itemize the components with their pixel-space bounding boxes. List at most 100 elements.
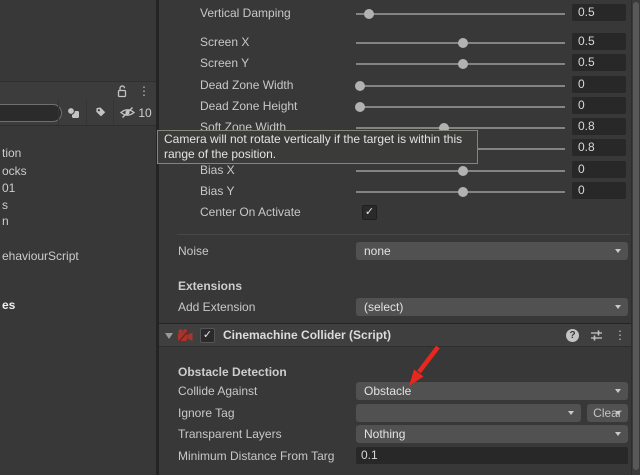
slider-knob[interactable] bbox=[355, 102, 365, 112]
min-distance-input[interactable]: 0.1 bbox=[356, 447, 628, 464]
tag-icon bbox=[94, 106, 107, 119]
dropdown-value: Nothing bbox=[364, 427, 405, 441]
value-field[interactable]: 0 bbox=[572, 161, 626, 178]
inspector-panel: Vertical Damping 0.5 Screen X 0.5 Screen Y 0.… bbox=[159, 0, 640, 475]
list-item[interactable]: es bbox=[0, 297, 15, 313]
value-field[interactable]: 0.5 bbox=[572, 54, 626, 71]
component-menu-kebab-icon[interactable]: ⋮ bbox=[614, 330, 626, 340]
field-label: Vertical Damping bbox=[200, 6, 291, 20]
slider-knob[interactable] bbox=[458, 38, 468, 48]
dropdown-value: (select) bbox=[364, 300, 403, 314]
filter-by-type-button[interactable] bbox=[58, 100, 86, 125]
list-item[interactable]: s bbox=[0, 197, 8, 213]
noise-row: Noise none bbox=[159, 242, 640, 260]
menu-kebab-icon[interactable]: ⋮ bbox=[138, 86, 150, 96]
section-header: Extensions bbox=[178, 279, 242, 293]
slider-track[interactable] bbox=[356, 127, 565, 129]
eye-off-icon bbox=[119, 106, 136, 119]
left-panel-header: ⋮ bbox=[0, 81, 156, 100]
value-field[interactable]: 0 bbox=[572, 182, 626, 199]
section-separator bbox=[177, 234, 630, 235]
help-icon[interactable]: ? bbox=[566, 329, 579, 342]
unlock-icon[interactable] bbox=[116, 85, 128, 98]
min-distance-row: Minimum Distance From Targ 0.1 bbox=[159, 447, 640, 465]
list-item[interactable]: ocks bbox=[0, 163, 27, 179]
slider-knob[interactable] bbox=[355, 81, 365, 91]
hidden-count: 10 bbox=[138, 106, 151, 120]
slider-track[interactable] bbox=[356, 42, 565, 44]
field-label: Add Extension bbox=[178, 300, 255, 314]
value-field[interactable]: 0.8 bbox=[572, 139, 626, 156]
presets-icon[interactable] bbox=[590, 329, 603, 342]
check-mark: ✓ bbox=[203, 329, 212, 341]
left-panel-search-bar: 10 bbox=[0, 100, 156, 126]
slider-track[interactable] bbox=[356, 85, 565, 87]
field-label: Center On Activate bbox=[200, 205, 301, 219]
filter-by-label-button[interactable] bbox=[86, 100, 113, 125]
section-header: Obstacle Detection bbox=[178, 365, 287, 379]
slider-knob[interactable] bbox=[458, 187, 468, 197]
slider-track[interactable] bbox=[356, 106, 565, 108]
tooltip: Camera will not rotate vertically if the… bbox=[157, 130, 478, 164]
field-label: Bias Y bbox=[200, 184, 234, 198]
slider-row: Screen Y 0.5 bbox=[159, 54, 640, 72]
ignore-tag-row: Ignore Tag Clear bbox=[159, 404, 640, 422]
value-field[interactable]: 0.5 bbox=[572, 4, 626, 21]
foldout-triangle-icon[interactable] bbox=[165, 333, 173, 339]
slider-track[interactable] bbox=[356, 63, 565, 65]
field-label: Dead Zone Height bbox=[200, 99, 297, 113]
component-header[interactable]: ✓ Cinemachine Collider (Script) ? ⋮ bbox=[159, 323, 631, 347]
field-label: Dead Zone Width bbox=[200, 78, 293, 92]
scene-visibility-button[interactable]: 10 bbox=[113, 100, 157, 125]
hierarchy-list: tion ocks01sn ehaviourScript es bbox=[0, 126, 156, 475]
center-on-activate-checkbox[interactable]: ✓ bbox=[362, 205, 377, 220]
value-field[interactable]: 0 bbox=[572, 97, 626, 114]
component-enabled-checkbox[interactable]: ✓ bbox=[200, 328, 215, 343]
scrollbar-thumb[interactable] bbox=[633, 2, 639, 470]
left-panel: ⋮ 10 tion ocks01sn ehaviourScript es bbox=[0, 0, 156, 475]
value-field[interactable]: 0.8 bbox=[572, 118, 626, 135]
field-label: Noise bbox=[178, 244, 209, 258]
slider-knob[interactable] bbox=[364, 9, 374, 19]
field-label: Bias X bbox=[200, 163, 235, 177]
slider-row: Bias Y 0 bbox=[159, 182, 640, 200]
add-extension-row: Add Extension (select) bbox=[159, 298, 640, 316]
search-input[interactable] bbox=[0, 104, 62, 122]
slider-knob[interactable] bbox=[458, 166, 468, 176]
field-label: Transparent Layers bbox=[178, 427, 282, 441]
value-field[interactable]: 0.5 bbox=[572, 33, 626, 50]
slider-knob[interactable] bbox=[458, 59, 468, 69]
slider-row: Dead Zone Width 0 bbox=[159, 76, 640, 94]
slider-track[interactable] bbox=[356, 13, 565, 15]
slider-track[interactable] bbox=[356, 170, 565, 172]
button-label: Clear bbox=[593, 406, 622, 420]
add-extension-dropdown[interactable]: (select) bbox=[356, 298, 628, 316]
list-item[interactable]: tion bbox=[0, 145, 21, 161]
noise-dropdown[interactable]: none bbox=[356, 242, 628, 260]
center-on-activate-row: Center On Activate ✓ bbox=[159, 203, 640, 221]
slider-track[interactable] bbox=[356, 191, 565, 193]
dropdown-value: none bbox=[364, 244, 391, 258]
value-field[interactable]: 0 bbox=[572, 76, 626, 93]
extensions-header-row: Extensions bbox=[159, 277, 640, 295]
list-item[interactable]: ehaviourScript bbox=[0, 248, 79, 264]
component-title: Cinemachine Collider (Script) bbox=[223, 328, 391, 342]
ignore-tag-dropdown[interactable] bbox=[356, 404, 581, 422]
field-label: Collide Against bbox=[178, 384, 257, 398]
clear-button[interactable]: Clear bbox=[587, 404, 628, 422]
slider-row: Screen X 0.5 bbox=[159, 33, 640, 51]
filter-by-type-icon bbox=[66, 106, 80, 119]
scrollbar-track[interactable] bbox=[631, 0, 640, 475]
check-mark: ✓ bbox=[365, 206, 374, 218]
field-label: Ignore Tag bbox=[178, 406, 235, 420]
question-mark: ? bbox=[569, 330, 575, 341]
list-item[interactable]: n bbox=[0, 213, 9, 229]
field-label: Screen Y bbox=[200, 56, 249, 70]
transparent-layers-row: Transparent Layers Nothing bbox=[159, 425, 640, 443]
collide-against-dropdown[interactable]: Obstacle bbox=[356, 382, 628, 400]
obstacle-detection-header-row: Obstacle Detection bbox=[159, 363, 640, 381]
field-label: Screen X bbox=[200, 35, 249, 49]
transparent-layers-dropdown[interactable]: Nothing bbox=[356, 425, 628, 443]
slider-row: Dead Zone Height 0 bbox=[159, 97, 640, 115]
list-item[interactable]: 01 bbox=[0, 180, 15, 196]
